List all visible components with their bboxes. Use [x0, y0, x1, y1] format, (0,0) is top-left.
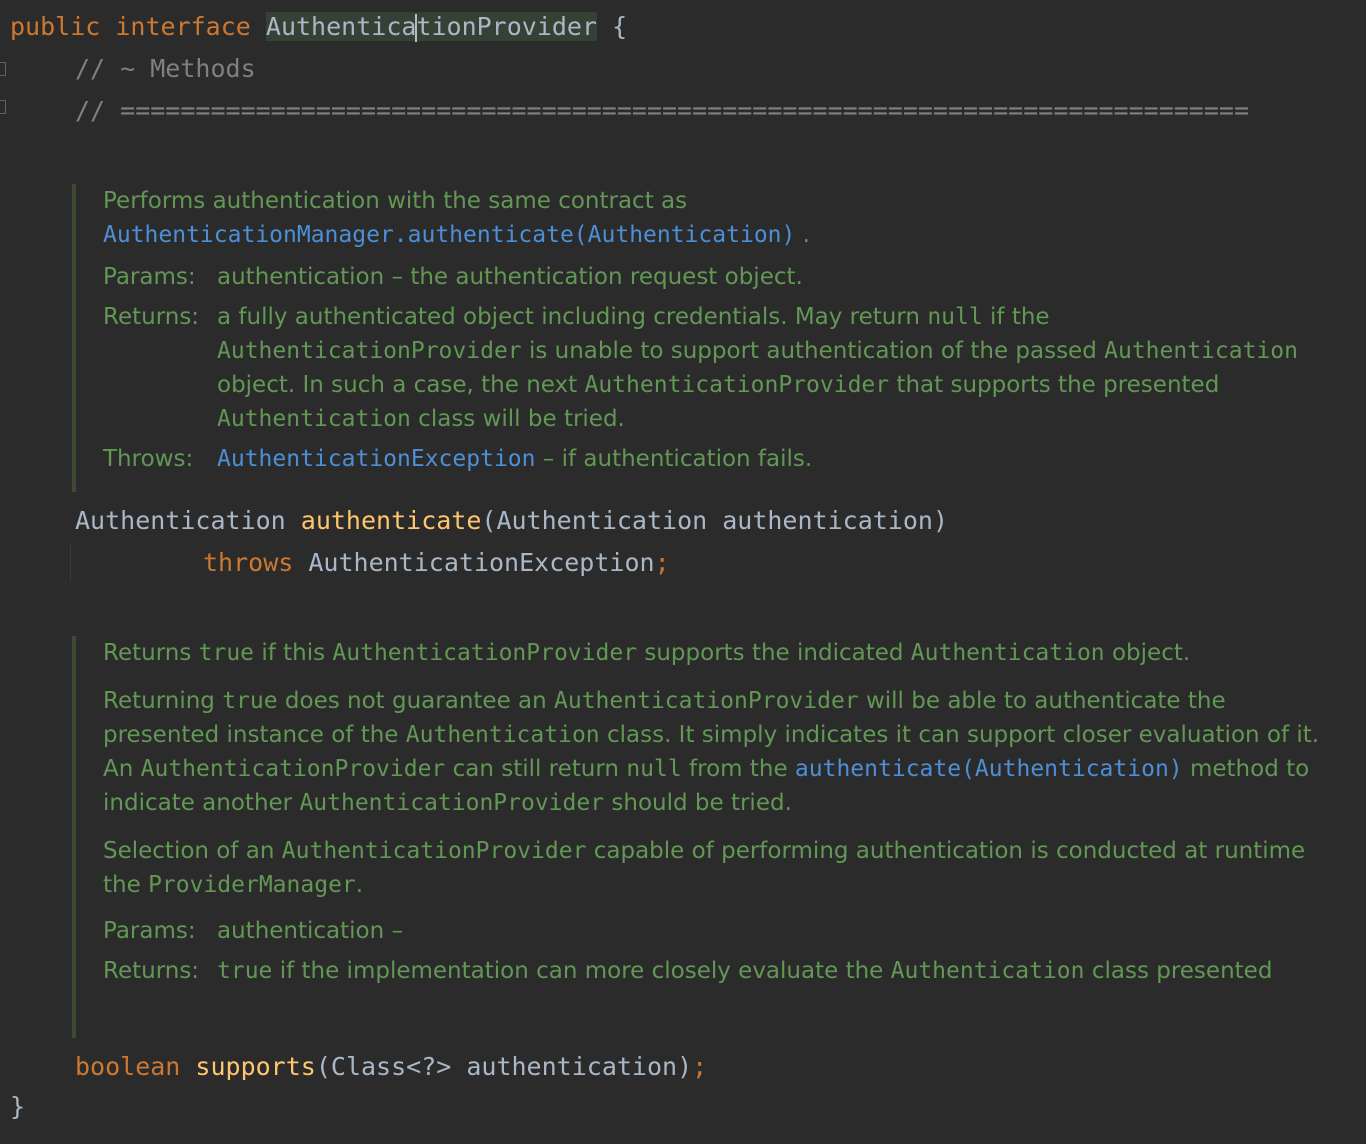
- throws-clause[interactable]: throws AuthenticationException;: [203, 548, 670, 578]
- params-row: Params: authentication – the authenticat…: [103, 260, 1342, 294]
- close-brace: }: [10, 1092, 26, 1121]
- authenticate-method-link[interactable]: authenticate(Authentication): [795, 756, 1183, 782]
- doc-p2: Returning true does not guarantee an Aut…: [103, 688, 1320, 816]
- open-brace: {: [612, 12, 628, 41]
- returns-row: Returns: true if the implementation can …: [103, 954, 1342, 988]
- fold-marker-icon[interactable]: [0, 100, 6, 114]
- separator-comment: // =====================================…: [75, 96, 1249, 125]
- doc-p1: Returns true if this AuthenticationProvi…: [103, 640, 1191, 666]
- interface-name-highlight[interactable]: AuthenticationProvider: [265, 12, 598, 42]
- supports-signature[interactable]: boolean supports(Class<?> authentication…: [75, 1052, 707, 1082]
- params-row: Params: authentication –: [103, 914, 1342, 948]
- fold-marker-icon[interactable]: [0, 62, 6, 76]
- exception-doc-link[interactable]: AuthenticationException: [217, 446, 536, 472]
- interface-declaration[interactable]: public interface AuthenticationProvider …: [10, 12, 627, 42]
- semicolon: ;: [692, 1052, 708, 1081]
- returns-tag: Returns:: [103, 304, 200, 330]
- semicolon: ;: [654, 548, 670, 577]
- params-tag: Params:: [103, 264, 196, 290]
- method-params: (Authentication authentication): [481, 506, 948, 535]
- interface-name-left: Authentica: [265, 12, 417, 41]
- exception-type: AuthenticationException: [308, 548, 655, 577]
- doc-p3: Selection of an AuthenticationProvider c…: [103, 838, 1306, 898]
- code-editor[interactable]: public interface AuthenticationProvider …: [0, 0, 1366, 1144]
- doc-summary: Performs authentication with the same co…: [103, 188, 810, 248]
- keyword-boolean: boolean: [75, 1052, 181, 1081]
- authenticate-signature[interactable]: Authentication authenticate(Authenticati…: [75, 506, 948, 536]
- return-type: Authentication: [75, 506, 286, 535]
- authenticate-doc-link[interactable]: AuthenticationManager.authenticate(Authe…: [103, 222, 795, 248]
- param-name: authentication: [217, 918, 385, 944]
- throws-tag: Throws:: [103, 446, 194, 472]
- methods-comment: // ~ Methods: [75, 54, 256, 83]
- method-name-authenticate[interactable]: authenticate: [301, 506, 482, 535]
- throws-row: Throws: AuthenticationException – if aut…: [103, 442, 1342, 476]
- keyword-interface: interface: [115, 12, 251, 41]
- indent-guide: [70, 544, 71, 582]
- method-params: (Class<?> authentication): [315, 1052, 693, 1081]
- method-name-supports[interactable]: supports: [195, 1052, 315, 1081]
- keyword-public: public: [10, 12, 101, 41]
- javadoc-supports[interactable]: Returns true if this AuthenticationProvi…: [72, 636, 1342, 1038]
- returns-tag: Returns:: [103, 958, 200, 984]
- param-name: authentication: [217, 264, 385, 290]
- interface-name-right: tionProvider: [416, 12, 598, 41]
- returns-row: Returns: a fully authenticated object in…: [103, 300, 1342, 436]
- javadoc-authenticate[interactable]: Performs authentication with the same co…: [72, 184, 1342, 492]
- keyword-throws: throws: [203, 548, 294, 577]
- params-tag: Params:: [103, 918, 196, 944]
